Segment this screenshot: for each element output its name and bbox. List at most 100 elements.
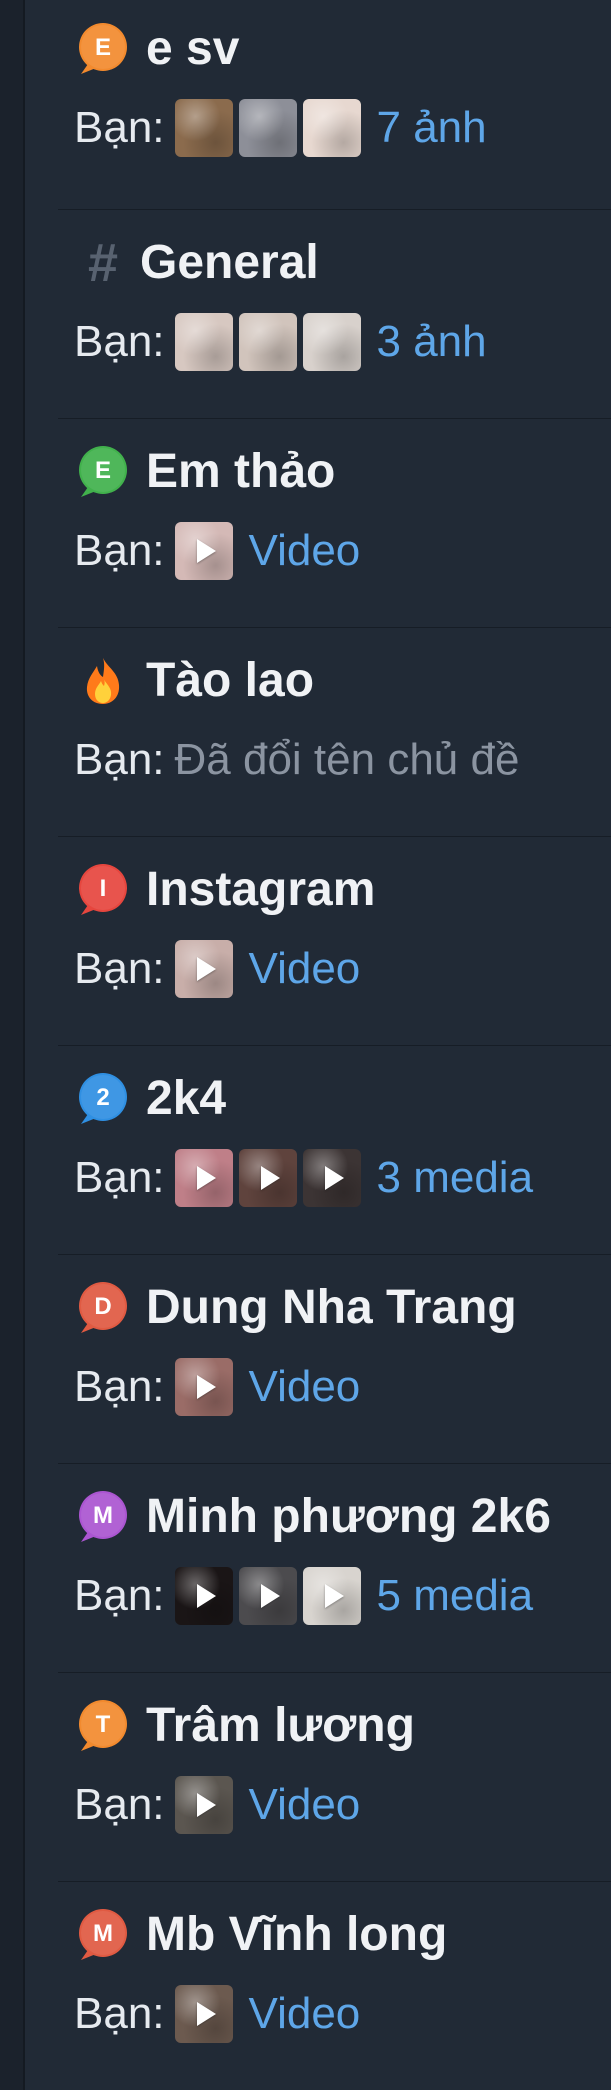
video-label: Video bbox=[248, 1362, 361, 1411]
play-icon bbox=[196, 1375, 216, 1399]
play-icon bbox=[324, 1584, 344, 1608]
topic-title: Tào lao bbox=[146, 654, 315, 707]
topic-row-dung-nha-trang[interactable]: D Dung Nha Trang Bạn: Video bbox=[58, 1254, 611, 1464]
play-icon bbox=[324, 1166, 344, 1190]
topic-row-general[interactable]: # General Bạn: 3 ảnh bbox=[58, 209, 611, 419]
media-thumbnails bbox=[174, 99, 367, 157]
topic-preview-row: Bạn: Video bbox=[74, 1357, 360, 1417]
svg-text:T: T bbox=[96, 1711, 111, 1738]
mb-vinh-long-topic-bubble-icon: M bbox=[74, 1906, 132, 1964]
topic-title: 2k4 bbox=[146, 1072, 227, 1125]
video-thumbnail[interactable] bbox=[174, 1985, 233, 2043]
image-thumbnail[interactable] bbox=[238, 313, 297, 371]
video-thumbnail[interactable] bbox=[174, 940, 233, 998]
tram-luong-topic-bubble-icon: T bbox=[74, 1697, 132, 1755]
sender-label: Bạn: bbox=[74, 317, 165, 366]
topic-preview-row: Bạn: Đã đổi tên chủ đề bbox=[74, 730, 519, 790]
media-count-label: 5 media bbox=[376, 1571, 534, 1620]
topic-title: Mb Vĩnh long bbox=[146, 1908, 448, 1961]
topic-row-e-sv[interactable]: E e sv Bạn: 7 ảnh bbox=[58, 0, 611, 210]
topic-title: e sv bbox=[146, 22, 240, 75]
topic-title-row: M Mb Vĩnh long bbox=[74, 1906, 447, 1964]
media-thumbnails bbox=[174, 940, 239, 998]
media-thumbnails bbox=[174, 522, 239, 580]
topic-title: Em thảo bbox=[146, 445, 336, 498]
sender-label: Bạn: bbox=[74, 1989, 165, 2038]
topic-title-row: Tào lao bbox=[74, 652, 314, 710]
hashtag-icon: # bbox=[87, 233, 119, 293]
minh-phuong-topic-bubble-icon: M bbox=[74, 1488, 132, 1546]
video-thumbnail[interactable] bbox=[174, 1149, 233, 1207]
sender-label: Bạn: bbox=[74, 103, 165, 152]
topic-preview-row: Bạn: 7 ảnh bbox=[74, 98, 487, 158]
sender-label: Bạn: bbox=[74, 735, 165, 784]
video-thumbnail[interactable] bbox=[174, 1567, 233, 1625]
topic-row-minh-phuong-2k6[interactable]: M Minh phương 2k6 Bạn: 5 media bbox=[58, 1463, 611, 1673]
media-thumbnails bbox=[174, 1358, 239, 1416]
topic-title-row: D Dung Nha Trang bbox=[74, 1279, 517, 1337]
left-rail bbox=[0, 0, 25, 2090]
media-count-label: 7 ảnh bbox=[376, 103, 487, 152]
topic-title-row: E e sv bbox=[74, 20, 239, 78]
video-thumbnail[interactable] bbox=[238, 1149, 297, 1207]
instagram-topic-bubble-icon: I bbox=[74, 861, 132, 919]
topic-title-row: 2 2k4 bbox=[74, 1070, 226, 1128]
topic-title: Minh phương 2k6 bbox=[146, 1490, 551, 1543]
sender-label: Bạn: bbox=[74, 1571, 165, 1620]
svg-text:M: M bbox=[93, 1502, 113, 1529]
topic-row-instagram[interactable]: I Instagram Bạn: Video bbox=[58, 836, 611, 1046]
image-thumbnail[interactable] bbox=[238, 99, 297, 157]
video-thumbnail[interactable] bbox=[174, 522, 233, 580]
play-icon bbox=[196, 2002, 216, 2026]
play-icon bbox=[196, 1166, 216, 1190]
video-thumbnail[interactable] bbox=[174, 1776, 233, 1834]
image-thumbnail[interactable] bbox=[302, 313, 361, 371]
topic-row-tram-luong[interactable]: T Trâm lương Bạn: Video bbox=[58, 1672, 611, 1882]
topic-title-row: I Instagram bbox=[74, 861, 375, 919]
svg-text:I: I bbox=[100, 875, 107, 902]
svg-text:2: 2 bbox=[96, 1084, 109, 1111]
rename-notice: Đã đổi tên chủ đề bbox=[174, 735, 520, 784]
sender-label: Bạn: bbox=[74, 1780, 165, 1829]
sender-label: Bạn: bbox=[74, 944, 165, 993]
svg-text:D: D bbox=[94, 1293, 111, 1320]
topic-preview-row: Bạn: 3 ảnh bbox=[74, 312, 487, 372]
video-thumbnail[interactable] bbox=[174, 1358, 233, 1416]
play-icon bbox=[196, 1793, 216, 1817]
topic-row-em-thao[interactable]: E Em thảo Bạn: Video bbox=[58, 418, 611, 628]
topic-row-2k4[interactable]: 2 2k4 Bạn: 3 media bbox=[58, 1045, 611, 1255]
topic-preview-row: Bạn: Video bbox=[74, 521, 360, 581]
topic-list[interactable]: E e sv Bạn: 7 ảnh # General Bạn: 3 ảnh E bbox=[58, 0, 611, 2090]
topic-row-tao-lao[interactable]: Tào lao Bạn: Đã đổi tên chủ đề bbox=[58, 627, 611, 837]
e-sv-topic-bubble-icon: E bbox=[74, 20, 132, 78]
video-thumbnail[interactable] bbox=[238, 1567, 297, 1625]
svg-text:E: E bbox=[95, 34, 111, 61]
video-label: Video bbox=[248, 1780, 361, 1829]
topic-row-mb-vinh-long[interactable]: M Mb Vĩnh long Bạn: Video bbox=[58, 1881, 611, 2090]
play-icon bbox=[196, 1584, 216, 1608]
play-icon bbox=[196, 957, 216, 981]
media-thumbnails bbox=[174, 1149, 367, 1207]
topic-title-row: T Trâm lương bbox=[74, 1697, 415, 1755]
topic-preview-row: Bạn: 5 media bbox=[74, 1566, 533, 1626]
image-thumbnail[interactable] bbox=[174, 313, 233, 371]
video-label: Video bbox=[248, 526, 361, 575]
media-thumbnails bbox=[174, 1985, 239, 2043]
topic-preview-row: Bạn: Video bbox=[74, 1984, 360, 2044]
play-icon bbox=[260, 1584, 280, 1608]
media-thumbnails bbox=[174, 313, 367, 371]
topic-title: General bbox=[140, 236, 319, 289]
media-count-label: 3 ảnh bbox=[376, 317, 487, 366]
topic-preview-row: Bạn: Video bbox=[74, 939, 360, 999]
image-thumbnail[interactable] bbox=[174, 99, 233, 157]
image-thumbnail[interactable] bbox=[302, 99, 361, 157]
media-count-label: 3 media bbox=[376, 1153, 534, 1202]
topic-title: Trâm lương bbox=[146, 1699, 415, 1752]
video-thumbnail[interactable] bbox=[302, 1149, 361, 1207]
sender-label: Bạn: bbox=[74, 1362, 165, 1411]
play-icon bbox=[260, 1166, 280, 1190]
topic-title: Instagram bbox=[146, 863, 376, 916]
video-thumbnail[interactable] bbox=[302, 1567, 361, 1625]
topic-preview-row: Bạn: Video bbox=[74, 1775, 360, 1835]
topic-title-row: E Em thảo bbox=[74, 443, 335, 501]
